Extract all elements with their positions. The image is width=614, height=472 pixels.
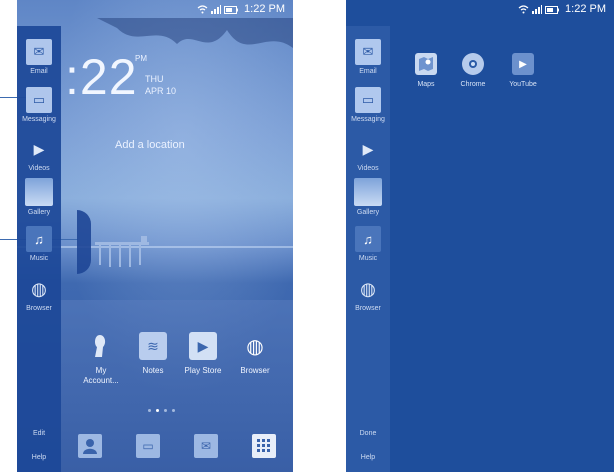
sidebar-item-email[interactable]: ✉ Email [17,39,61,75]
sidebar-item-label: Gallery [27,209,51,216]
sidebar-item-label: Browser [26,305,52,312]
status-time: 1:22 PM [244,3,285,15]
page-dot[interactable] [148,409,151,412]
status-time: 1:22 PM [565,3,606,15]
sidebar-item-label: Email [30,68,48,75]
app-label: Notes [142,366,164,375]
sidebar-item-browser[interactable]: ◍ Browser [17,276,61,313]
wifi-icon [197,4,208,13]
app-my-account[interactable]: My Account... [75,332,127,386]
chrome-icon [462,53,484,75]
app-label: YouTube [509,81,537,88]
sidebar-item-label: Messaging [351,116,385,123]
app-play-store[interactable]: ▶ Play Store [177,332,229,376]
page-dot-active[interactable] [156,409,159,412]
sidebar-item-label: Gallery [356,209,380,216]
sidebar-item-videos[interactable]: ▶ Videos [17,136,61,173]
play-icon: ▶ [362,140,374,157]
app-label: Browser [240,366,270,375]
sidebar-item-label: Browser [355,305,381,312]
app-label: Play Store [184,366,222,375]
sidebar-item-label: Music [29,255,49,262]
done-button[interactable]: Done [346,430,390,437]
globe-icon: ◍ [31,278,47,299]
battery-icon [224,5,239,14]
sidebar-item-music[interactable]: ♫ Music [346,226,390,262]
clock-ampm: PM [135,54,147,63]
sidebar-item-gallery[interactable]: Gallery [346,178,390,216]
edit-button[interactable]: Edit [17,430,61,437]
globe-icon: ◍ [246,335,264,358]
play-store-icon: ▶ [189,332,217,360]
clock-time: :22 [65,49,138,105]
messaging-icon: ▭ [26,87,52,113]
music-icon: ♫ [26,226,52,252]
music-icon: ♫ [355,226,381,252]
app-label: Maps [417,81,435,88]
sidebar-item-label: Videos [357,165,379,172]
notes-icon: ≋ [139,332,167,360]
page-dot[interactable] [164,409,167,412]
sidebar-item-music[interactable]: ♫ Music [17,226,61,262]
email-icon[interactable]: ✉ [194,434,218,458]
wifi-icon [518,4,529,13]
sidebar-item-label: Music [358,255,378,262]
account-icon [87,332,115,360]
email-icon: ✉ [355,39,381,65]
battery-icon [545,5,560,14]
status-bar: 1:22 PM [17,0,293,18]
messaging-icon: ▭ [355,87,381,113]
sidebar-item-label: Videos [28,165,50,172]
signal-icon [211,4,222,14]
clock-date: APR 10 [145,86,177,96]
app-maps[interactable]: Maps [408,53,444,88]
help-button[interactable]: Help [17,454,61,461]
sidebar-item-label: Email [359,68,377,75]
sidebar-item-messaging[interactable]: ▭ Messaging [17,87,61,123]
page-dot[interactable] [172,409,175,412]
quick-sidebar: ✉ Email ▭ Messaging ▶ Videos Gallery ♫ M… [346,26,390,472]
maps-icon [415,53,437,75]
sidebar-item-email[interactable]: ✉ Email [346,39,390,75]
youtube-icon: ▶ [512,53,534,75]
help-button[interactable]: Help [346,454,390,461]
sidebar-item-label: Messaging [22,116,56,123]
dock: ▭ ✉ [61,426,293,466]
contact-icon[interactable] [78,434,102,458]
sidebar-item-messaging[interactable]: ▭ Messaging [346,87,390,123]
sidebar-handle[interactable] [77,210,91,274]
email-icon: ✉ [26,39,52,65]
sidebar-item-videos[interactable]: ▶ Videos [346,136,390,173]
gallery-icon [354,178,382,206]
app-youtube[interactable]: ▶ YouTube [505,53,541,88]
add-location-link[interactable]: Add a location [115,139,185,151]
pier-icon [95,236,149,267]
signal-icon [532,4,543,14]
play-icon: ▶ [33,140,45,157]
quick-sidebar: ✉ Email ▭ Messaging ▶ Videos Gallery ♫ M… [17,26,61,472]
globe-icon: ◍ [360,278,376,299]
sidebar-item-browser[interactable]: ◍ Browser [346,276,390,313]
clock-day: THU [145,74,164,84]
app-chrome[interactable]: Chrome [455,53,491,88]
phone-screen-edit: 1:22 PM ✉ Email ▭ Messaging ▶ Videos Gal… [346,0,614,472]
status-bar: 1:22 PM [346,0,614,18]
app-browser[interactable]: ◍ Browser [229,332,281,376]
phone-screen-home: 1:22 PM ✉ Email ▭ Messaging ▶ Videos Gal… [17,0,293,472]
app-label: Chrome [460,81,486,88]
app-grid-icon[interactable] [252,434,276,458]
sidebar-item-gallery[interactable]: Gallery [17,178,61,216]
app-notes[interactable]: ≋ Notes [127,332,179,376]
messaging-icon[interactable]: ▭ [136,434,160,458]
gallery-icon [25,178,53,206]
app-label: My Account... [83,366,119,385]
page-indicator [148,409,175,412]
